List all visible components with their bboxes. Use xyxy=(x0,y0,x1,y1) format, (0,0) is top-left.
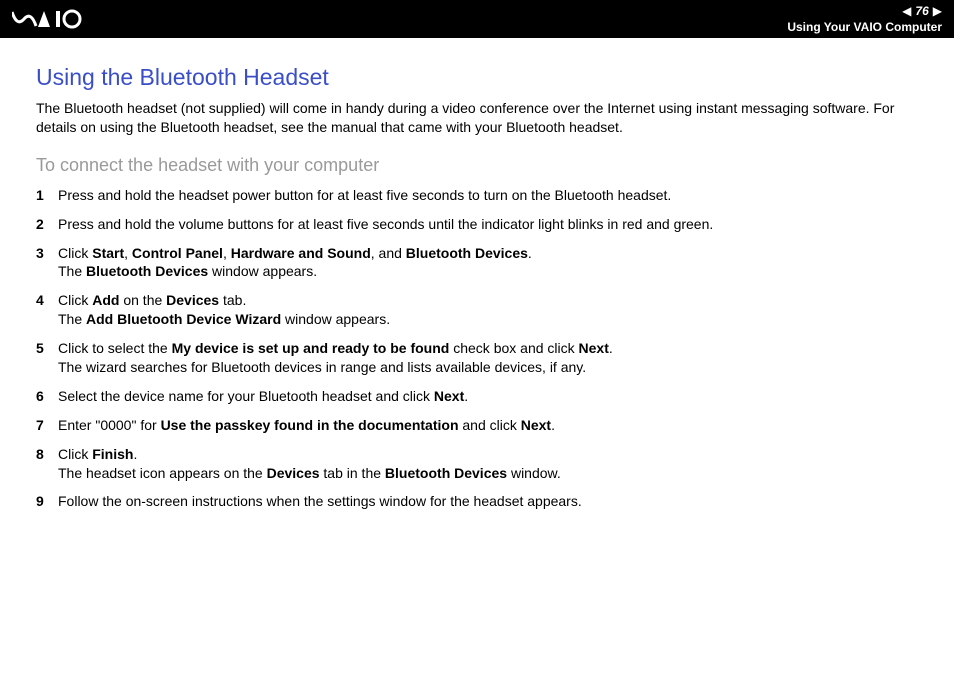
step-item: Click to select the My device is set up … xyxy=(36,339,928,377)
prev-page-icon[interactable]: ◀ xyxy=(902,5,911,17)
step-item: Click Finish.The headset icon appears on… xyxy=(36,445,928,483)
page-navigator: ◀ 76 ▶ xyxy=(902,4,942,18)
vaio-logo-glyph xyxy=(12,9,102,29)
subtitle: To connect the headset with your compute… xyxy=(36,155,928,176)
next-page-icon[interactable]: ▶ xyxy=(933,5,942,17)
step-text: Click to select the My device is set up … xyxy=(58,339,928,377)
step-item: Press and hold the volume buttons for at… xyxy=(36,215,928,234)
page-content: Using the Bluetooth Headset The Bluetoot… xyxy=(0,38,954,511)
step-text: Follow the on-screen instructions when t… xyxy=(58,492,928,511)
step-text: Select the device name for your Bluetoot… xyxy=(58,387,928,406)
page-header: ◀ 76 ▶ Using Your VAIO Computer xyxy=(0,0,954,38)
section-title: Using Your VAIO Computer xyxy=(787,20,942,34)
step-item: Click Add on the Devices tab.The Add Blu… xyxy=(36,291,928,329)
intro-paragraph: The Bluetooth headset (not supplied) wil… xyxy=(36,99,928,137)
step-text: Press and hold the volume buttons for at… xyxy=(58,215,928,234)
step-item: Select the device name for your Bluetoot… xyxy=(36,387,928,406)
step-text: Click Finish.The headset icon appears on… xyxy=(58,445,928,483)
vaio-logo xyxy=(12,9,102,29)
page-title: Using the Bluetooth Headset xyxy=(36,64,928,91)
step-item: Press and hold the headset power button … xyxy=(36,186,928,205)
step-item: Click Start, Control Panel, Hardware and… xyxy=(36,244,928,282)
header-right: ◀ 76 ▶ Using Your VAIO Computer xyxy=(787,4,942,34)
step-item: Enter "0000" for Use the passkey found i… xyxy=(36,416,928,435)
step-text: Click Start, Control Panel, Hardware and… xyxy=(58,244,928,282)
page-number: 76 xyxy=(915,4,928,18)
step-text: Enter "0000" for Use the passkey found i… xyxy=(58,416,928,435)
steps-list: Press and hold the headset power button … xyxy=(36,186,928,512)
step-text: Click Add on the Devices tab.The Add Blu… xyxy=(58,291,928,329)
step-item: Follow the on-screen instructions when t… xyxy=(36,492,928,511)
step-text: Press and hold the headset power button … xyxy=(58,186,928,205)
